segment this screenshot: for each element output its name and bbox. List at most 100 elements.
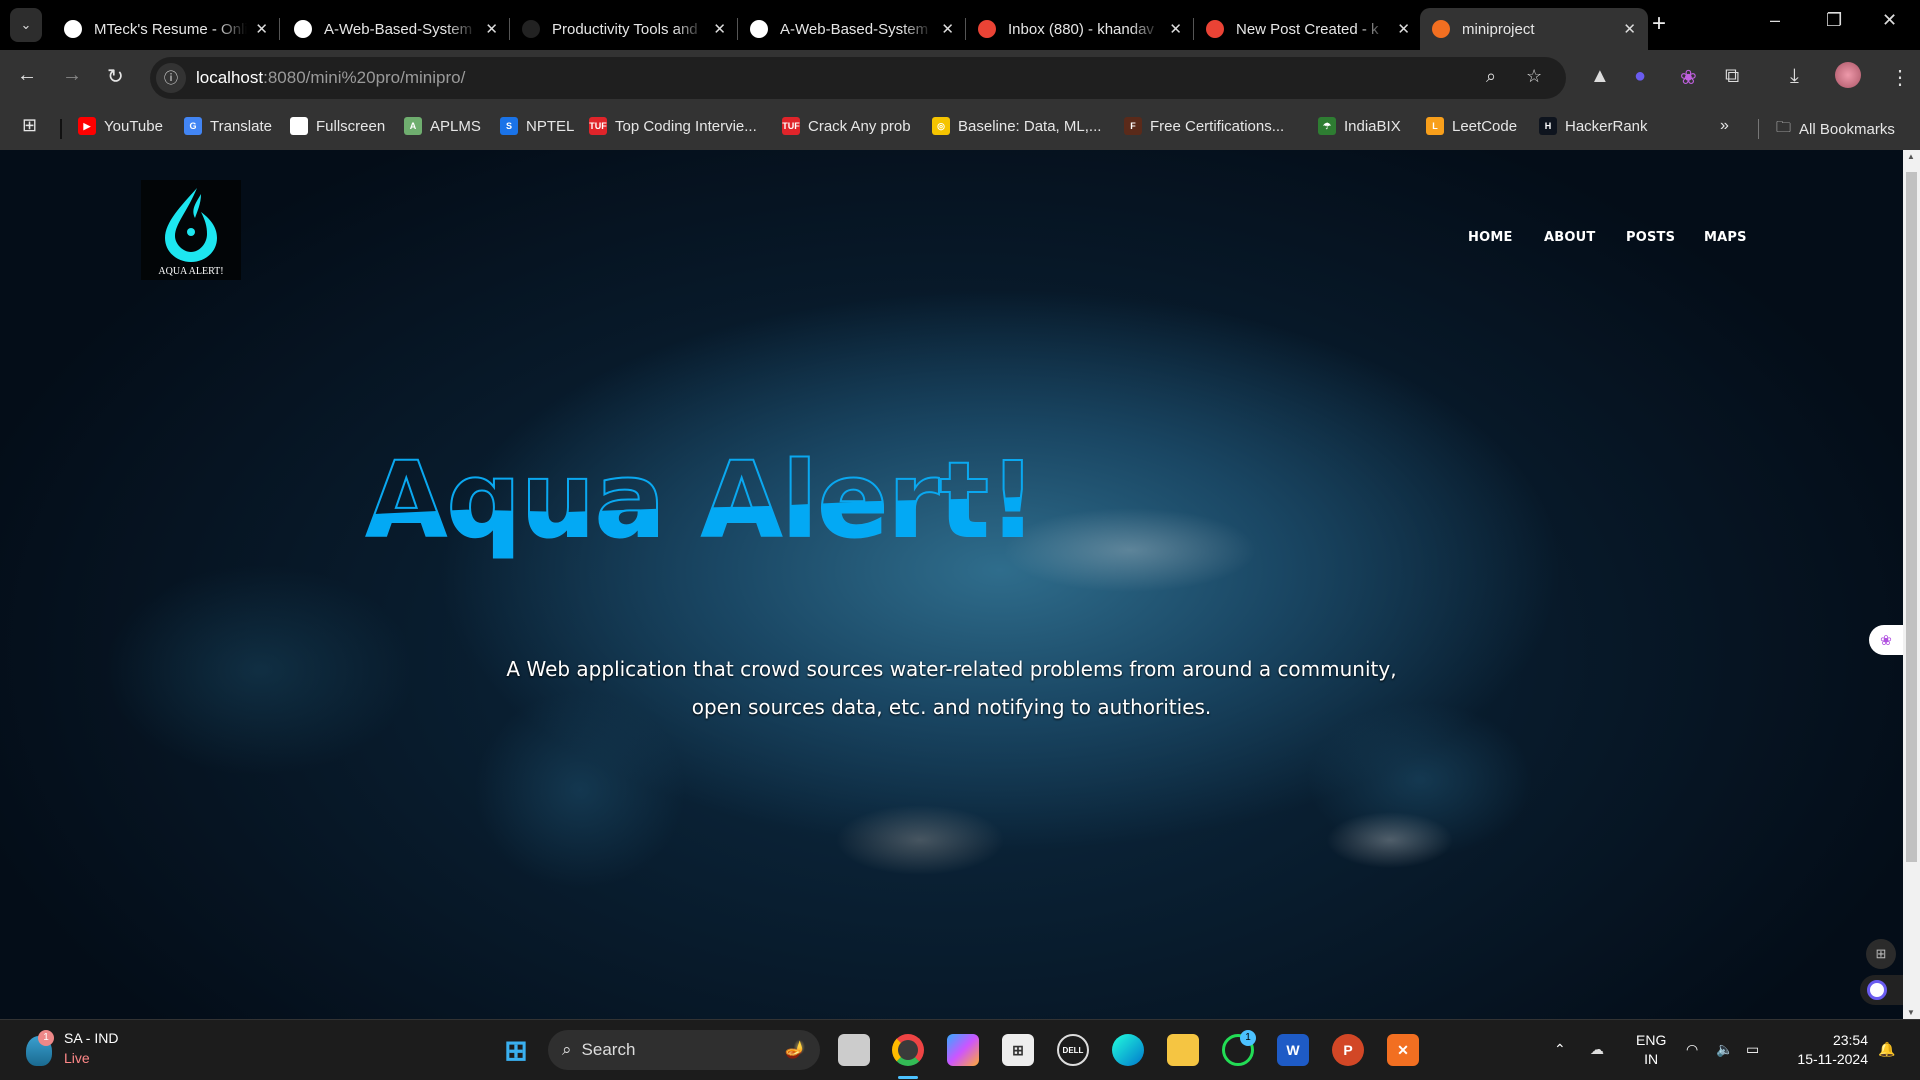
tab-close-icon[interactable]: ✕	[485, 20, 498, 38]
volume-icon[interactable]: 🔈	[1716, 1040, 1733, 1059]
nav-about[interactable]: ABOUT	[1544, 230, 1595, 245]
all-bookmarks-button[interactable]: 🗀 All Bookmarks	[1776, 117, 1895, 142]
start-button[interactable]: ⊞	[500, 1034, 532, 1066]
dell-icon[interactable]: DELL	[1057, 1034, 1089, 1066]
tab-5[interactable]: Inbox (880) - khandav ✕	[966, 8, 1194, 50]
tab-3[interactable]: Productivity Tools and ✕	[510, 8, 738, 50]
whatsapp-badge: 1	[1240, 1030, 1256, 1046]
gmail-icon	[1206, 20, 1224, 38]
extensions-puzzle-icon[interactable]: ⧉	[1725, 65, 1739, 88]
minimize-button[interactable]: –	[1770, 10, 1780, 31]
taskbar-search[interactable]: ⌕ Search 🪔	[548, 1030, 820, 1070]
new-tab-button[interactable]: +	[1652, 10, 1666, 38]
tab-close-icon[interactable]: ✕	[1397, 20, 1410, 38]
nav-maps[interactable]: MAPS	[1704, 230, 1747, 245]
xampp-icon[interactable]: ✕	[1387, 1034, 1419, 1066]
battery-icon[interactable]: ▭	[1746, 1040, 1759, 1059]
word-icon[interactable]: W	[1277, 1034, 1309, 1066]
wifi-icon[interactable]: ◠	[1686, 1040, 1698, 1059]
chrome-taskbar-icon[interactable]	[892, 1034, 924, 1066]
notification-bell-icon[interactable]: 🔔	[1878, 1040, 1895, 1059]
search-label: Search	[581, 1040, 636, 1059]
aqua-alert-logo[interactable]: AQUA ALERT!	[141, 180, 241, 280]
floating-bot-icon[interactable]	[1860, 975, 1903, 1005]
file-explorer-icon[interactable]	[1167, 1034, 1199, 1066]
bookmark-label: Crack Any prob	[808, 117, 911, 135]
url-text[interactable]: localhost:8080/mini%20pro/minipro/	[196, 68, 465, 88]
bookmark-label: Baseline: Data, ML,...	[958, 117, 1102, 135]
tab-search-button[interactable]: ⌄	[10, 8, 42, 42]
vertical-scrollbar[interactable]: ▲ ▼	[1903, 150, 1920, 1019]
more-bookmarks-chevron-icon[interactable]: »	[1720, 117, 1729, 135]
edge-icon[interactable]	[1112, 1034, 1144, 1066]
bookmark-baseline[interactable]: ◎ Baseline: Data, ML,...	[932, 117, 1101, 135]
bookmark-favicon-icon: G	[184, 117, 202, 135]
address-bar[interactable]: ⓘ localhost:8080/mini%20pro/minipro/ ⌕ ☆	[150, 57, 1566, 99]
bookmark-nptel[interactable]: S NPTEL	[500, 117, 574, 135]
tab-close-icon[interactable]: ✕	[255, 20, 268, 38]
copilot-icon[interactable]	[947, 1034, 979, 1066]
extension-bot-icon[interactable]: ●	[1634, 65, 1646, 88]
tab-title: A-Web-Based-System	[780, 20, 929, 38]
floating-grid-icon[interactable]: ⊞	[1866, 939, 1896, 969]
tab-1[interactable]: MTeck's Resume - Online ✕	[52, 8, 280, 50]
scrollbar-thumb[interactable]	[1906, 172, 1917, 862]
restore-button[interactable]: ❐	[1826, 10, 1842, 31]
windows-taskbar: 1 SA - IND Live ⊞ ⌕ Search 🪔 ⊞ DELL 1 W P …	[0, 1019, 1920, 1080]
lang-region: IN	[1644, 1051, 1659, 1067]
weather-title[interactable]: SA - IND	[64, 1030, 118, 1046]
bookmark-youtube[interactable]: ▶ YouTube	[78, 117, 163, 135]
bookmark-crack[interactable]: TUF Crack Any prob	[782, 117, 911, 135]
bookmark-translate[interactable]: G Translate	[184, 117, 272, 135]
tab-7[interactable]: miniproject ✕	[1420, 8, 1648, 50]
bookmark-aplms[interactable]: A APLMS	[404, 117, 481, 135]
profile-avatar[interactable]	[1835, 62, 1861, 88]
tab-6[interactable]: New Post Created - k ✕	[1194, 8, 1422, 50]
brain-extension-floating-icon[interactable]: ❀	[1869, 625, 1903, 655]
nav-posts[interactable]: POSTS	[1626, 230, 1675, 245]
scroll-down-arrow[interactable]: ▼	[1907, 1008, 1915, 1017]
zoom-icon[interactable]: ⌕	[1486, 66, 1496, 87]
reload-button[interactable]: ↻	[107, 64, 124, 89]
forward-button[interactable]: →	[62, 64, 82, 87]
tab-close-icon[interactable]: ✕	[713, 20, 726, 38]
onedrive-icon[interactable]: ☁	[1590, 1040, 1604, 1059]
bookmark-star-icon[interactable]: ☆	[1526, 66, 1542, 87]
bookmark-hackerrank[interactable]: H HackerRank	[1539, 117, 1648, 135]
bookmark-indiabix[interactable]: ☂ IndiaBIX	[1318, 117, 1401, 135]
back-button[interactable]: ←	[17, 64, 37, 87]
bookmark-label: Translate	[210, 117, 272, 135]
subtitle-line-1: A Web application that crowd sources wat…	[506, 657, 1397, 681]
powerpoint-icon[interactable]: P	[1332, 1034, 1364, 1066]
site-info-icon[interactable]: ⓘ	[156, 63, 186, 93]
web-page: AQUA ALERT! HOME ABOUT POSTS MAPS Aqua A…	[0, 150, 1903, 1019]
apps-grid-icon[interactable]: ⊞	[22, 115, 37, 136]
tab-close-icon[interactable]: ✕	[1623, 20, 1636, 38]
nav-home[interactable]: HOME	[1468, 230, 1513, 245]
bookmark-top[interactable]: TUF Top Coding Intervie...	[589, 117, 757, 135]
bookmark-leetcode[interactable]: L LeetCode	[1426, 117, 1517, 135]
tab-4[interactable]: A-Web-Based-System ✕	[738, 8, 966, 50]
browser-toolbar: ← → ↻ ⓘ localhost:8080/mini%20pro/minipr…	[0, 50, 1920, 107]
clock-date: 15-11-2024	[1797, 1051, 1868, 1067]
bookmark-favicon-icon: H	[1539, 117, 1557, 135]
tab-close-icon[interactable]: ✕	[1169, 20, 1182, 38]
ms-store-icon[interactable]: ⊞	[1002, 1034, 1034, 1066]
scroll-up-arrow[interactable]: ▲	[1907, 152, 1915, 161]
extension-brain-icon[interactable]: ❀	[1680, 65, 1697, 90]
task-view-icon[interactable]	[838, 1034, 870, 1066]
tray-overflow-chevron[interactable]: ⌃	[1554, 1040, 1566, 1059]
downloads-icon[interactable]: ⤓	[1790, 65, 1799, 88]
bookmark-label: IndiaBIX	[1344, 117, 1401, 135]
tab-close-icon[interactable]: ✕	[941, 20, 954, 38]
menu-kebab-icon[interactable]: ⋮	[1890, 65, 1910, 90]
bookmark-free[interactable]: F Free Certifications...	[1124, 117, 1284, 135]
close-window-button[interactable]: ✕	[1882, 10, 1897, 31]
bookmark-label: Fullscreen	[316, 117, 386, 135]
clock[interactable]: 23:54 15-11-2024	[1788, 1031, 1868, 1069]
language-indicator[interactable]: ENG IN	[1636, 1031, 1666, 1069]
github-icon	[750, 20, 768, 38]
bookmark-fullscreen[interactable]: ◈ Fullscreen	[290, 117, 385, 135]
tab-2[interactable]: A-Web-Based-System ✕	[282, 8, 510, 50]
extension-triangle-icon[interactable]: ▲	[1590, 65, 1610, 88]
